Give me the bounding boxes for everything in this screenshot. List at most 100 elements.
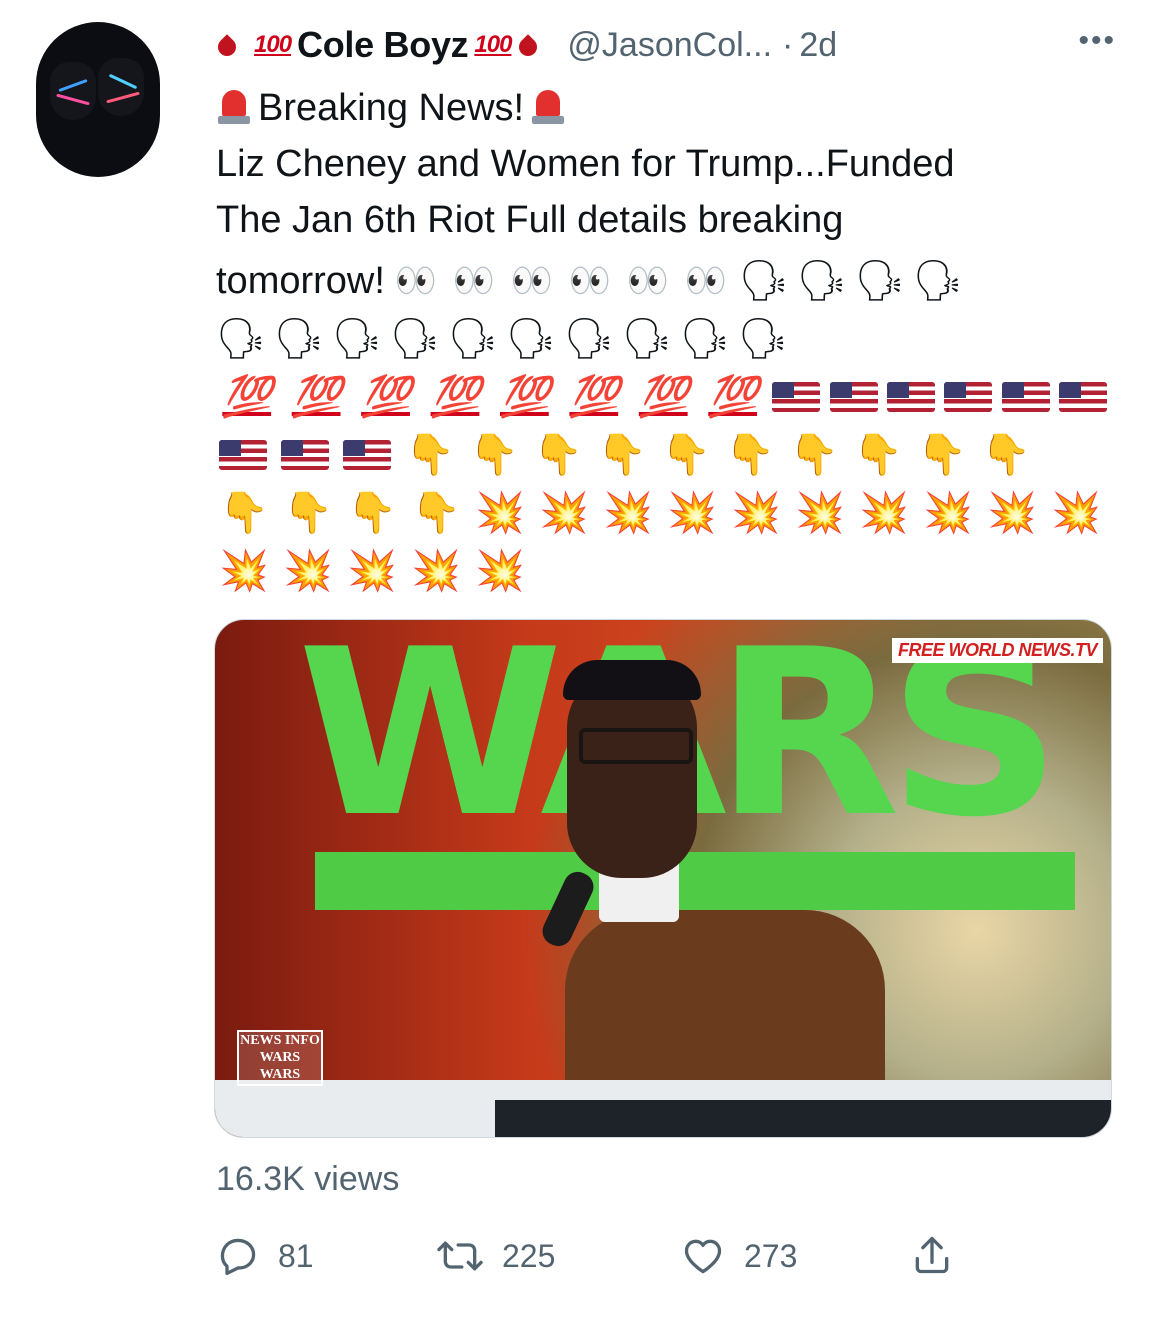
collision-icon: 💥 [923,491,973,535]
speaking-head-icon: 🗣 [563,317,615,361]
emoji-row-3: 💯 💯 💯 💯 💯 💯 💯 💯 [212,368,1112,426]
point-down-icon: 👇 [469,433,519,477]
eyes-icon: 👀 [510,262,554,300]
us-flag-icon [767,368,824,426]
point-down-icon: 👇 [347,491,397,535]
presenter-hair [563,660,701,700]
logo-line-2: WARS WARS [259,1050,301,1082]
emoji-row-6: 💥 💥 💥 💥 💥 [212,542,1112,600]
retweet-icon [437,1241,483,1271]
text-line-3: The Jan 6th Riot Full details breaking [216,199,844,241]
collision-icon: 💥 [475,549,525,593]
point-down-icon: 👇 [219,491,269,535]
avatar[interactable] [36,22,160,177]
us-flag-icon [336,426,398,484]
speaking-head-icon: 🗣 [912,259,964,303]
point-down-icon: 👇 [411,491,461,535]
collision-icon: 💥 [603,491,653,535]
speaking-head-icon: 🗣 [738,259,790,303]
collision-icon: 💥 [219,549,269,593]
hundred-icon: 💯 [361,375,411,419]
blood-drop-icon [517,30,539,60]
collision-icon: 💥 [283,549,333,593]
hundred-icon: 💯 [708,375,758,419]
emoji-row-4: 👇 👇 👇 👇 👇 👇 👇 👇 👇 👇 [212,426,1112,484]
point-down-icon: 👇 [597,433,647,477]
speaking-head-icon: 🗣 [854,259,906,303]
display-name[interactable]: Cole Boyz [297,24,469,66]
collision-icon: 💥 [475,491,525,535]
hundred-icon: 💯 [569,375,619,419]
us-flag-icon [212,426,274,484]
us-flag-icon [825,368,882,426]
hundred-icon: 100 [474,31,512,58]
eyes-icon: 👀 [452,262,496,300]
breaking-news-label: Breaking News! [258,87,525,129]
us-flag-icon [882,368,939,426]
point-down-icon: 👇 [661,433,711,477]
eyes-icon: 👀 [394,262,438,300]
speaking-head-icon: 🗣 [621,317,673,361]
emoji-row-1: tomorrow! 👀 👀 👀 👀 👀 👀 🗣 🗣 🗣 🗣 [212,252,1112,310]
action-bar: 81 225 273 [216,1226,1016,1286]
speaking-head-icon: 🗣 [679,317,731,361]
point-down-icon: 👇 [981,433,1031,477]
share-button[interactable] [910,1232,954,1278]
collision-icon: 💥 [347,549,397,593]
user-handle[interactable]: @JasonCol... [567,26,772,65]
mask-right [98,58,144,116]
view-count: 16.3K views [216,1160,400,1198]
us-flag-icon [940,368,997,426]
siren-icon [530,86,566,126]
reply-count: 81 [278,1237,314,1274]
logo-line-1: NEWS INFO [240,1033,320,1048]
retweet-count: 225 [502,1237,556,1274]
backdrop-green-bar [315,852,1075,910]
more-options-icon[interactable]: ••• [1078,24,1116,58]
speaking-head-icon: 🗣 [796,259,848,303]
point-down-icon: 👇 [789,433,839,477]
channel-badge: FREE WORLD NEWS.TV [892,638,1103,663]
video-media[interactable]: WARS FREE WORLD NEWS.TV NEWS INFO WARS W… [214,619,1112,1138]
collision-icon: 💥 [411,549,461,593]
point-down-icon: 👇 [533,433,583,477]
collision-icon: 💥 [667,491,717,535]
speaking-head-icon: 🗣 [273,317,325,361]
timestamp[interactable]: 2d [799,26,837,65]
speaking-head-icon: 🗣 [737,317,789,361]
point-down-icon: 👇 [917,433,967,477]
point-down-icon: 👇 [283,491,333,535]
us-flag-icon [274,426,336,484]
speaking-head-icon: 🗣 [505,317,557,361]
collision-icon: 💥 [987,491,1037,535]
reply-button[interactable]: 81 [216,1234,314,1278]
eyes-icon: 👀 [684,262,728,300]
blood-drop-icon [216,30,238,60]
collision-icon: 💥 [539,491,589,535]
collision-icon: 💥 [795,491,845,535]
share-icon [915,1236,949,1274]
speaking-head-icon: 🗣 [389,317,441,361]
emoji-block: tomorrow! 👀 👀 👀 👀 👀 👀 🗣 🗣 🗣 🗣 🗣 🗣 🗣 🗣 🗣 … [212,252,1112,600]
emoji-row-2: 🗣 🗣 🗣 🗣 🗣 🗣 🗣 🗣 🗣 🗣 [212,310,1112,368]
us-flag-icon [1054,368,1111,426]
collision-icon: 💥 [731,491,781,535]
separator-dot: · [782,25,794,64]
tweet-header: 100 Cole Boyz 100 @JasonCol... · 2d ••• [216,20,1116,70]
heart-icon [684,1239,722,1274]
siren-icon [216,86,252,126]
us-flag-icon [997,368,1054,426]
collision-icon: 💥 [859,491,909,535]
tweet[interactable]: 100 Cole Boyz 100 @JasonCol... · 2d ••• … [0,0,1157,1319]
hundred-icon: 💯 [430,375,481,419]
infowars-logo: NEWS INFO WARS WARS [237,1030,323,1086]
collision-icon: 💥 [1051,491,1101,535]
hundred-icon: 💯 [638,375,689,419]
desk-edge [495,1100,1111,1137]
point-down-icon: 👇 [405,433,455,477]
retweet-button[interactable]: 225 [436,1234,555,1278]
point-down-icon: 👇 [853,433,903,477]
mask-left [50,62,96,120]
like-button[interactable]: 273 [680,1234,797,1278]
point-down-icon: 👇 [725,433,775,477]
